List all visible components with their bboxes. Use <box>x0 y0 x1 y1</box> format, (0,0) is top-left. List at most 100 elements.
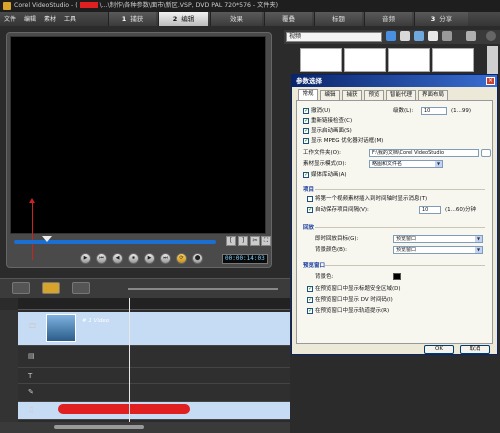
tab-smart-proxy[interactable]: 智能代理 <box>386 90 416 100</box>
playhead[interactable] <box>129 298 130 422</box>
folder-icon[interactable] <box>386 31 396 41</box>
step-audio[interactable]: 音频 <box>364 12 412 26</box>
options-icon[interactable] <box>442 31 452 41</box>
home-button[interactable]: ⏮ <box>96 253 107 264</box>
close-icon[interactable]: × <box>486 77 495 85</box>
library-category-select[interactable]: 视频 <box>286 32 382 42</box>
title-text: Corel VideoStudio - ( <box>14 2 78 9</box>
tab-edit[interactable]: 编辑 <box>320 90 340 100</box>
enlarge-button[interactable]: ⛶ <box>261 236 271 246</box>
annotation-arrow-head <box>29 198 35 203</box>
step-title[interactable]: 标题 <box>314 12 362 26</box>
divider <box>315 189 485 190</box>
menu-tools[interactable]: 工具 <box>64 14 76 23</box>
storyboard-view-button[interactable] <box>12 282 30 294</box>
title-safe-checkbox[interactable]: 在预览窗口中显示标题安全区域(D) <box>307 285 401 293</box>
volume-button[interactable]: ⬤ <box>192 253 203 264</box>
library-scrollbar[interactable] <box>487 46 498 74</box>
timeline-view-button[interactable] <box>42 282 60 294</box>
library-thumb[interactable] <box>300 48 342 72</box>
annotation-arrow <box>32 200 33 260</box>
step-overlay[interactable]: 覆叠 <box>264 12 312 26</box>
timeline-ruler[interactable] <box>18 298 290 310</box>
dialog-title: 参数选择 <box>292 75 497 87</box>
step-edit[interactable]: 2 编辑 <box>158 12 208 26</box>
mark-out-button[interactable]: ] <box>238 236 248 246</box>
project-section-label: 项目 <box>303 187 315 193</box>
media-animation-checkbox[interactable]: 媒体库动画(A) <box>303 171 347 179</box>
clip-label: # 1 Video <box>82 318 110 324</box>
zoom-slider[interactable] <box>128 288 278 290</box>
play-button[interactable]: ▶ <box>80 253 91 264</box>
chevron-down-icon: ▼ <box>475 236 482 242</box>
next-frame-button[interactable]: ▶ <box>144 253 155 264</box>
undo-range: (1...99) <box>451 108 472 114</box>
sort-icon[interactable] <box>428 31 438 41</box>
preview-window[interactable] <box>10 36 266 234</box>
preferences-dialog: 参数选择 × 常规 编辑 捕获 预览 智能代理 界面布局 撤消(U) 级数(L)… <box>291 74 498 355</box>
library-thumb[interactable] <box>344 48 386 72</box>
library-thumbnails <box>284 46 484 74</box>
step-capture[interactable]: 1 捕获 <box>108 12 156 26</box>
title-track[interactable] <box>18 368 290 384</box>
menu-bar: 文件 编辑 素材 工具 1 捕获 2 编辑 效果 覆叠 标题 音频 3 分享 <box>0 12 500 26</box>
browse-button[interactable] <box>481 149 491 157</box>
scrub-thumb[interactable] <box>42 236 52 242</box>
menu-clip[interactable]: 素材 <box>44 14 56 23</box>
menu-file[interactable]: 文件 <box>4 14 16 23</box>
title-bar: Corel VideoStudio - ( \...\制作\各种参数\面市\新区.… <box>0 0 500 12</box>
show-start-checkbox[interactable]: 显示启动画面(S) <box>303 127 352 135</box>
overlay-track[interactable] <box>18 346 290 368</box>
cancel-button[interactable]: 取消 <box>460 345 490 354</box>
stop-button[interactable]: ⏹ <box>128 253 139 264</box>
tab-capture[interactable]: 捕获 <box>342 90 362 100</box>
display-mode-select[interactable]: 略图和文件名 ▼ <box>369 160 443 168</box>
end-button[interactable]: ⏭ <box>160 253 171 264</box>
timeline-scroll-area <box>0 422 290 433</box>
track-hint-checkbox[interactable]: 在预览窗口中显示轨道提示(R) <box>307 307 389 315</box>
library-category-value: 视频 <box>289 33 302 40</box>
step-effect[interactable]: 效果 <box>210 12 262 26</box>
tab-general[interactable]: 常规 <box>298 89 318 100</box>
ok-button[interactable]: OK <box>424 345 454 354</box>
autosave-unit: (1...60)分钟 <box>445 207 477 213</box>
audio-view-button[interactable] <box>72 282 90 294</box>
bg-color-swatch[interactable] <box>393 273 401 280</box>
autosave-checkbox[interactable]: 自动保存项目间隔(V): <box>307 206 369 214</box>
prev-frame-button[interactable]: ◀ <box>112 253 123 264</box>
workdir-input[interactable]: F:\我的文档\Corel VideoStudio <box>369 149 479 157</box>
video-track-icon: 🎞 <box>28 322 37 330</box>
preview-target-label: 背景颜色(B): <box>315 247 347 253</box>
instant-playback-select[interactable]: 预览窗口 ▼ <box>393 235 483 243</box>
tab-layout[interactable]: 界面布局 <box>418 90 448 100</box>
playback-section-label: 回放 <box>303 225 315 231</box>
show-mpeg-checkbox[interactable]: 显示 MPEG 优化器对话框(M) <box>303 137 383 145</box>
library-thumb[interactable] <box>388 48 430 72</box>
dialog-body: 撤消(U) 级数(L): 10 (1...99) 重新链接检查(C) 显示启动画… <box>296 100 493 344</box>
timeline-scrollbar[interactable] <box>54 425 144 429</box>
mark-in-button[interactable]: [ <box>226 236 236 246</box>
menu-edit[interactable]: 编辑 <box>24 14 36 23</box>
timeline-left-panel <box>0 310 18 422</box>
import-icon[interactable] <box>400 31 410 41</box>
voice-track[interactable] <box>18 384 290 402</box>
workdir-label: 工作文件夹(O): <box>303 150 341 156</box>
autosave-interval-input[interactable]: 10 <box>419 206 441 214</box>
step-share[interactable]: 3 分享 <box>414 12 468 26</box>
tab-preview[interactable]: 预览 <box>364 90 384 100</box>
view-icon[interactable] <box>414 31 424 41</box>
insert-message-checkbox[interactable]: 将第一个视频素材插入到时间轴时显示消息(T) <box>307 195 427 203</box>
relink-checkbox[interactable]: 重新链接检查(C) <box>303 117 352 125</box>
preview-target-select[interactable]: 预览窗口 ▼ <box>393 246 483 254</box>
settings-icon[interactable] <box>486 31 496 41</box>
library-manager-icon[interactable] <box>466 31 476 41</box>
cut-clip-button[interactable]: ✂ <box>250 236 260 246</box>
undo-checkbox[interactable]: 撤消(U) <box>303 107 330 115</box>
video-clip[interactable] <box>46 314 76 342</box>
timecode-display[interactable]: 00:00:14:03 <box>222 254 268 264</box>
dv-timecode-checkbox[interactable]: 在预览窗口中显示 DV 时间码(I) <box>307 296 393 304</box>
repeat-button[interactable]: ⟳ <box>176 253 187 264</box>
library-thumb[interactable] <box>432 48 474 72</box>
title-text-suffix: \...\制作\各种参数\面市\新区.VSP, DVD PAL 720*576 … <box>99 2 279 9</box>
undo-levels-input[interactable]: 10 <box>421 107 447 115</box>
